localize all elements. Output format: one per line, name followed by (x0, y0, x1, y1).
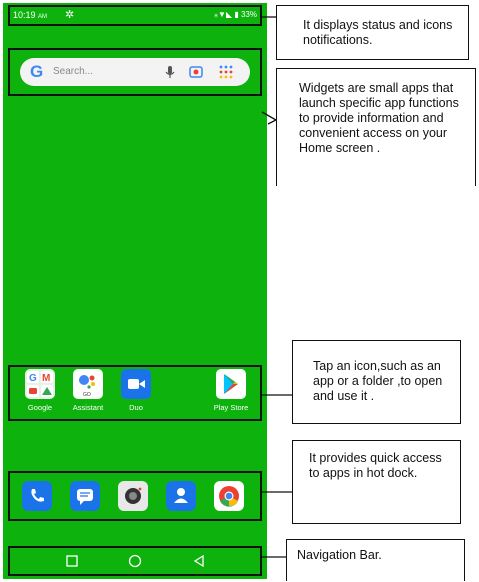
callout-apps: Tap an icon,such as an app or a folder ,… (292, 340, 461, 424)
callout-widgets: Widgets are small apps that launch speci… (276, 68, 476, 186)
callout-nav: Navigation Bar. (286, 539, 465, 581)
callout-dock: It provides quick access to apps in hot … (292, 440, 461, 524)
callout-status: It displays status and icons notificatio… (276, 5, 469, 60)
